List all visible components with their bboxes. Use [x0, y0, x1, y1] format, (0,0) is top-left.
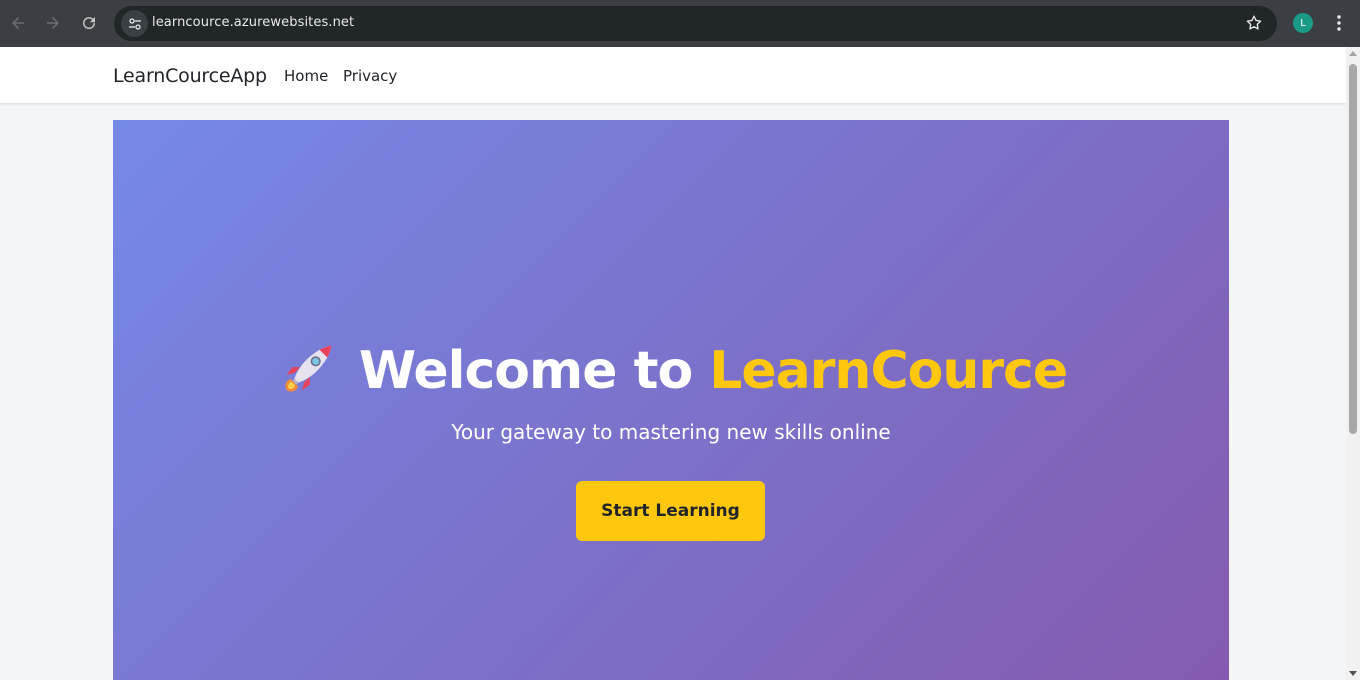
page-scrollbar[interactable] [1346, 47, 1360, 680]
scrollbar-thumb[interactable] [1349, 64, 1357, 434]
url-text[interactable]: learncource.azurewebsites.net [152, 15, 354, 30]
tune-icon[interactable] [121, 10, 148, 37]
address-bar[interactable]: learncource.azurewebsites.net [114, 6, 1277, 41]
hero-title: Welcome to LearnCource [113, 340, 1229, 402]
star-icon[interactable] [1245, 14, 1263, 32]
forward-arrow-icon[interactable] [43, 13, 63, 33]
start-learning-button[interactable]: Start Learning [576, 481, 765, 541]
reload-icon[interactable] [79, 13, 99, 33]
rocket-icon [275, 340, 337, 402]
scroll-down-arrow-icon[interactable] [1349, 671, 1357, 676]
back-arrow-icon[interactable] [8, 13, 28, 33]
nav-link-privacy[interactable]: Privacy [343, 67, 397, 85]
nav-link-home[interactable]: Home [284, 67, 328, 85]
hero-subtitle: Your gateway to mastering new skills onl… [451, 420, 891, 444]
kebab-menu-icon[interactable] [1330, 13, 1348, 33]
app-navbar: LearnCourceApp Home Privacy [0, 47, 1346, 103]
hero-title-prefix: Welcome to [358, 341, 710, 401]
hero-title-accent: LearnCource [709, 341, 1068, 401]
scroll-up-arrow-icon[interactable] [1349, 51, 1357, 56]
browser-toolbar: learncource.azurewebsites.net L [0, 0, 1360, 47]
hero-section: Welcome to LearnCource Your gateway to m… [113, 120, 1229, 680]
profile-avatar[interactable]: L [1293, 13, 1313, 33]
brand-link[interactable]: LearnCourceApp [113, 65, 267, 87]
